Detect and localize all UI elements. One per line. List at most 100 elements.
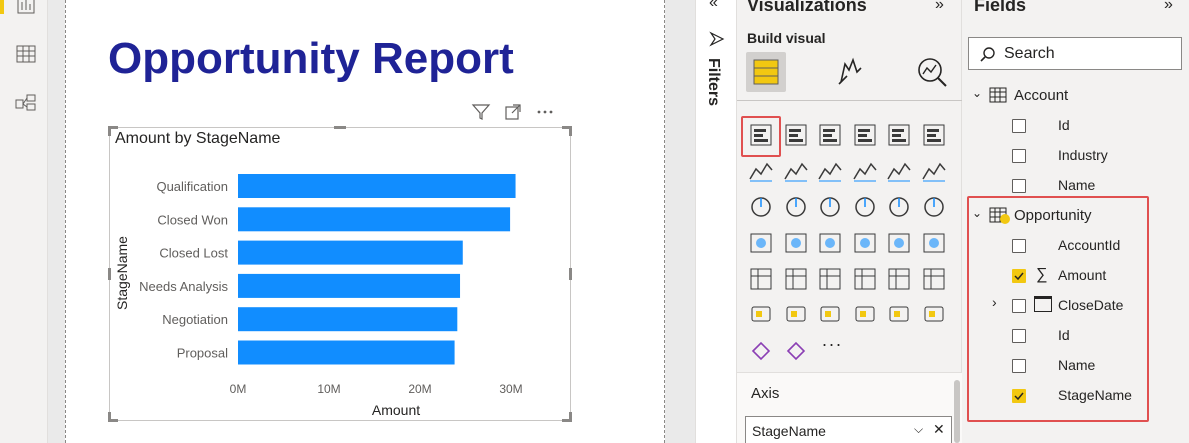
build-visual-label: Build visual xyxy=(747,30,826,46)
treemap-icon[interactable] xyxy=(920,193,948,221)
gauge-icon[interactable] xyxy=(816,229,844,257)
fields-pane: Fields » Search ⌄ Account Id Industry Name ⌄ O… xyxy=(962,0,1189,443)
x-tick-label: 10M xyxy=(317,382,340,396)
active-view-indicator xyxy=(0,0,4,14)
multi-row-card-icon[interactable] xyxy=(885,229,913,257)
qa-icon[interactable] xyxy=(782,301,810,329)
resize-handle[interactable] xyxy=(108,268,111,280)
axis-well[interactable]: StageName ⌵ ✕ xyxy=(745,416,952,443)
field-wells: Axis StageName ⌵ ✕ xyxy=(737,372,962,443)
search-icon xyxy=(980,47,995,62)
report-view-icon[interactable] xyxy=(14,0,38,18)
clustered-bar-icon[interactable] xyxy=(816,121,844,149)
stacked-area-icon[interactable] xyxy=(816,157,844,185)
report-page[interactable]: Opportunity Report Amount by StageName Q… xyxy=(65,0,665,443)
bar-chart-visual[interactable]: Amount by StageName Qualification Closed … xyxy=(109,127,571,421)
search-placeholder: Search xyxy=(1004,45,1055,62)
fields-title: Fields xyxy=(974,0,1027,15)
key-influencers-icon[interactable] xyxy=(920,265,948,293)
chevron-down-icon[interactable]: ⌄ xyxy=(972,86,982,100)
field-checkbox[interactable] xyxy=(1012,179,1026,193)
bar xyxy=(238,307,458,332)
r-visual-icon[interactable] xyxy=(851,265,879,293)
field-checkbox[interactable] xyxy=(1012,119,1026,133)
python-visual-icon[interactable] xyxy=(885,265,913,293)
resize-handle[interactable] xyxy=(108,126,111,136)
filters-pane-collapsed[interactable]: « Filters xyxy=(695,0,737,443)
resize-handle[interactable] xyxy=(334,126,346,129)
build-visual-tab[interactable] xyxy=(746,52,786,92)
build-visual-icon xyxy=(753,59,779,85)
card-icon[interactable] xyxy=(851,229,879,257)
metrics-icon[interactable] xyxy=(851,301,879,329)
expand-filters-icon[interactable]: « xyxy=(709,0,718,12)
x-tick-label: 20M xyxy=(408,382,431,396)
donut-icon[interactable] xyxy=(885,193,913,221)
decomposition-tree-icon[interactable] xyxy=(747,301,775,329)
ribbon-icon[interactable] xyxy=(920,157,948,185)
bar xyxy=(238,207,511,232)
category-tick-label: Needs Analysis xyxy=(139,279,228,294)
more-options-icon[interactable] xyxy=(535,102,555,122)
matrix-icon[interactable] xyxy=(816,265,844,293)
remove-field-icon[interactable]: ✕ xyxy=(933,421,945,438)
more-visuals-icon[interactable]: ... xyxy=(822,330,843,351)
line-icon[interactable] xyxy=(747,157,775,185)
resize-handle[interactable] xyxy=(108,419,118,422)
data-view-icon[interactable] xyxy=(14,42,38,66)
filled-map-icon[interactable] xyxy=(782,229,810,257)
100-stacked-column-icon[interactable] xyxy=(920,121,948,149)
kpi-icon[interactable] xyxy=(920,229,948,257)
analytics-icon[interactable] xyxy=(912,52,952,92)
scatter-icon[interactable] xyxy=(816,193,844,221)
paginated-report-icon[interactable] xyxy=(816,301,844,329)
chevron-down-icon[interactable]: ⌵ xyxy=(914,422,923,437)
power-automate-flow-icon[interactable] xyxy=(782,337,810,365)
area-icon[interactable] xyxy=(782,157,810,185)
x-axis-title: Amount xyxy=(372,402,420,418)
waterfall-icon[interactable] xyxy=(747,193,775,221)
clustered-column-icon[interactable] xyxy=(851,121,879,149)
field-checkbox[interactable] xyxy=(1012,149,1026,163)
report-canvas: Opportunity Report Amount by StageName Q… xyxy=(48,0,695,443)
map-icon[interactable] xyxy=(747,229,775,257)
bar xyxy=(238,273,461,298)
category-tick-label: Closed Won xyxy=(157,212,228,227)
100-stacked-bar-icon[interactable] xyxy=(885,121,913,149)
bar xyxy=(238,174,516,198)
bar-chart: Qualification Closed Won Closed Lost Needs … xyxy=(114,174,523,418)
search-input[interactable]: Search xyxy=(968,37,1182,70)
power-apps-icon[interactable] xyxy=(920,301,948,329)
smart-narrative-icon[interactable] xyxy=(885,301,913,329)
line-column-icon[interactable] xyxy=(851,157,879,185)
stacked-column-icon[interactable] xyxy=(782,121,810,149)
funnel-icon[interactable] xyxy=(782,193,810,221)
report-title[interactable]: Opportunity Report xyxy=(108,34,514,84)
axis-field-name: StageName xyxy=(752,423,826,439)
category-tick-label: Qualification xyxy=(156,179,228,194)
scrollbar[interactable] xyxy=(954,380,960,443)
collapse-visualizations-icon[interactable]: » xyxy=(935,0,944,14)
field-name: Name xyxy=(1058,177,1096,193)
pie-icon[interactable] xyxy=(851,193,879,221)
resize-handle[interactable] xyxy=(569,126,572,136)
category-tick-label: Proposal xyxy=(177,346,228,361)
filter-funnel-icon xyxy=(709,31,725,47)
resize-handle[interactable] xyxy=(562,419,572,422)
x-tick-label: 0M xyxy=(230,382,247,396)
collapse-fields-icon[interactable]: » xyxy=(1164,0,1173,14)
slicer-icon[interactable] xyxy=(747,265,775,293)
resize-handle[interactable] xyxy=(569,268,572,280)
visual-header xyxy=(471,102,571,122)
visualizations-pane: Visualizations » Build visual ... Axis S… xyxy=(737,0,962,443)
format-visual-icon[interactable] xyxy=(831,52,871,92)
model-view-icon[interactable] xyxy=(14,92,38,116)
left-rail xyxy=(0,0,48,443)
focus-mode-icon[interactable] xyxy=(503,102,523,122)
line-clustered-column-icon[interactable] xyxy=(885,157,913,185)
bar xyxy=(238,340,455,365)
filter-icon[interactable] xyxy=(471,102,491,122)
filters-label[interactable]: Filters xyxy=(704,58,722,106)
power-automate-icon[interactable] xyxy=(747,337,775,365)
table-icon[interactable] xyxy=(782,265,810,293)
